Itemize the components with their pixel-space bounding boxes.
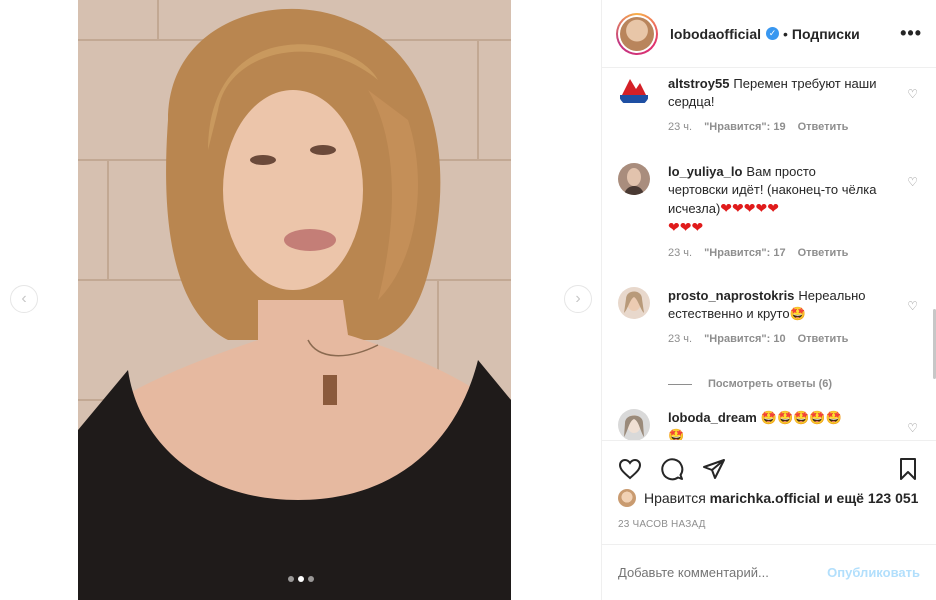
chevron-right-icon: › — [575, 290, 581, 307]
post-details-panel: lobodaofficial ✓ • Подписки ••• altstroy… — [601, 0, 936, 600]
carousel-dot — [288, 576, 294, 582]
carousel-next-button[interactable]: › — [564, 285, 592, 313]
post-header: lobodaofficial ✓ • Подписки ••• — [602, 0, 936, 68]
like-comment-heart-icon[interactable]: ♡ — [907, 175, 918, 189]
like-heart-icon[interactable] — [618, 457, 642, 481]
post-timestamp[interactable]: 23 ЧАСОВ НАЗАД — [618, 519, 706, 530]
reply-button[interactable]: Ответить — [798, 333, 849, 345]
bookmark-save-icon[interactable] — [896, 457, 920, 481]
header-separator: • — [783, 25, 788, 42]
carousel-indicator — [288, 576, 314, 582]
post-actions-bar — [602, 440, 936, 496]
following-button[interactable]: Подписки — [792, 26, 860, 42]
comment-emoji-hearts-line2: ❤❤❤ — [668, 219, 704, 235]
like-comment-heart-icon[interactable]: ♡ — [907, 421, 918, 435]
comment-time[interactable]: 23 ч. — [668, 247, 692, 259]
replies-divider — [668, 383, 692, 385]
selfie-image — [78, 0, 511, 600]
comment-username[interactable]: prosto_naprostokris — [668, 288, 794, 303]
carousel-dot — [308, 576, 314, 582]
comment-emoji-line2: 🤩 — [668, 428, 685, 440]
add-comment-input[interactable] — [618, 565, 828, 580]
comment-avatar[interactable] — [618, 75, 650, 107]
comment-item: prosto_naprostokris Нереально естественно… — [618, 287, 918, 345]
comment-time[interactable]: 23 ч. — [668, 333, 692, 345]
comment-avatar[interactable] — [618, 287, 650, 319]
comment-emoji: 🤩 — [789, 306, 806, 321]
owner-avatar[interactable] — [616, 12, 658, 55]
comment-item: altstroy55 Перемен требуют наши сердца! 2… — [618, 75, 918, 133]
reply-button[interactable]: Ответить — [798, 247, 849, 259]
reply-button[interactable]: Ответить — [798, 121, 849, 133]
likes-summary: Нравится marichka.official и ещё 123 051 — [618, 489, 918, 507]
liker-avatar[interactable] — [618, 489, 636, 507]
view-replies-label: Посмотреть ответы (6) — [708, 378, 833, 390]
liker-username[interactable]: marichka.official — [710, 490, 821, 506]
comment-username[interactable]: lo_yuliya_lo — [668, 164, 742, 179]
comment-composer: Опубликовать — [602, 544, 936, 600]
comment-username[interactable]: altstroy55 — [668, 76, 729, 91]
more-options-icon[interactable]: ••• — [900, 23, 922, 44]
comment-emoji-hearts: ❤❤❤❤❤ — [720, 200, 779, 216]
comment-time[interactable]: 23 ч. — [668, 121, 692, 133]
comment-likes[interactable]: "Нравится": 17 — [704, 247, 785, 259]
post-photo[interactable] — [78, 0, 511, 600]
comment-item: loboda_dream 🤩🤩🤩🤩🤩 🤩 ♡ — [618, 409, 918, 440]
share-paper-plane-icon[interactable] — [702, 457, 726, 481]
carousel-prev-button[interactable]: ‹ — [10, 285, 38, 313]
comment-avatar[interactable] — [618, 409, 650, 440]
view-replies-button[interactable]: Посмотреть ответы (6) — [668, 378, 832, 390]
comment-emoji: 🤩🤩🤩🤩🤩 — [760, 410, 842, 425]
owner-username[interactable]: lobodaofficial — [670, 26, 761, 42]
like-comment-heart-icon[interactable]: ♡ — [907, 299, 918, 313]
verified-badge-icon: ✓ — [766, 27, 779, 40]
likes-count[interactable]: и ещё 123 051 — [824, 490, 918, 506]
post-media-area: ‹ › — [0, 0, 601, 600]
like-comment-heart-icon[interactable]: ♡ — [907, 87, 918, 101]
comment-avatar[interactable] — [618, 163, 650, 195]
chevron-left-icon: ‹ — [21, 290, 27, 307]
comment-item: lo_yuliya_lo Вам просто чертовски идёт! (… — [618, 163, 918, 259]
comment-bubble-icon[interactable] — [660, 457, 684, 481]
comment-likes[interactable]: "Нравится": 10 — [704, 333, 785, 345]
likes-prefix: Нравится — [644, 490, 706, 506]
comment-likes[interactable]: "Нравится": 19 — [704, 121, 785, 133]
publish-button[interactable]: Опубликовать — [827, 565, 920, 580]
comments-list: altstroy55 Перемен требуют наши сердца! 2… — [602, 69, 936, 440]
carousel-dot-active — [298, 576, 304, 582]
comment-username[interactable]: loboda_dream — [668, 410, 757, 425]
